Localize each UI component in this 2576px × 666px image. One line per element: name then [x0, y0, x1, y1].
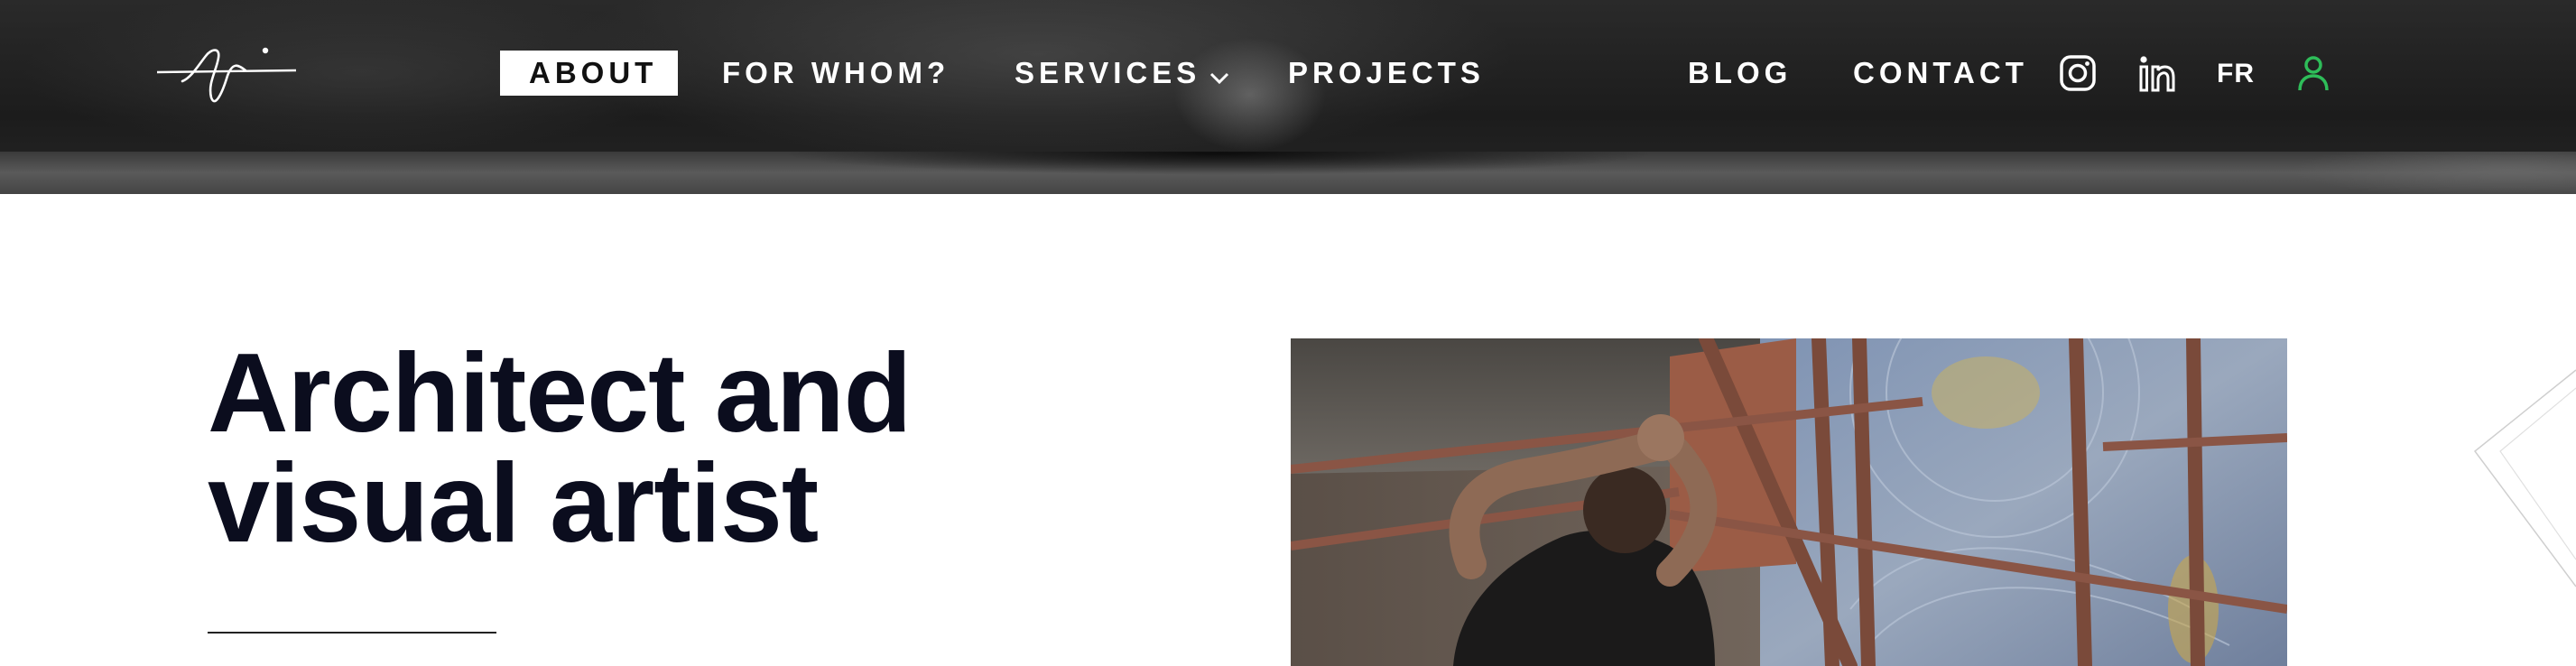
decorative-lines	[2473, 369, 2576, 587]
nav-for-whom[interactable]: FOR WHOM?	[722, 51, 950, 96]
hero-title-line-2: visual artist	[208, 441, 819, 566]
hero-title: Architect and visual artist	[208, 331, 912, 566]
user-icon[interactable]	[2294, 54, 2332, 92]
title-divider	[208, 632, 496, 634]
nav-services-label: SERVICES	[1015, 56, 1201, 89]
hero-title-line-1: Architect and	[208, 331, 912, 456]
language-switch-fr[interactable]: FR	[2217, 56, 2255, 92]
linkedin-icon[interactable]	[2138, 54, 2176, 92]
nav-blog[interactable]: BLOG	[1688, 51, 1792, 96]
hero-photo-artist-on-scaffolding	[1291, 338, 2287, 666]
nav-about[interactable]: ABOUT	[500, 51, 678, 96]
site-header: ABOUT FOR WHOM? SERVICES PROJECTS BLOG C…	[0, 0, 2576, 194]
nav-projects[interactable]: PROJECTS	[1288, 51, 1485, 96]
nav-contact[interactable]: CONTACT	[1853, 51, 2028, 96]
nav-services[interactable]: SERVICES	[1015, 51, 1229, 96]
chevron-down-icon	[1209, 52, 1229, 97]
header-background-band	[0, 152, 2576, 194]
logo-signature-icon[interactable]	[155, 38, 300, 112]
instagram-icon[interactable]	[2059, 54, 2097, 92]
